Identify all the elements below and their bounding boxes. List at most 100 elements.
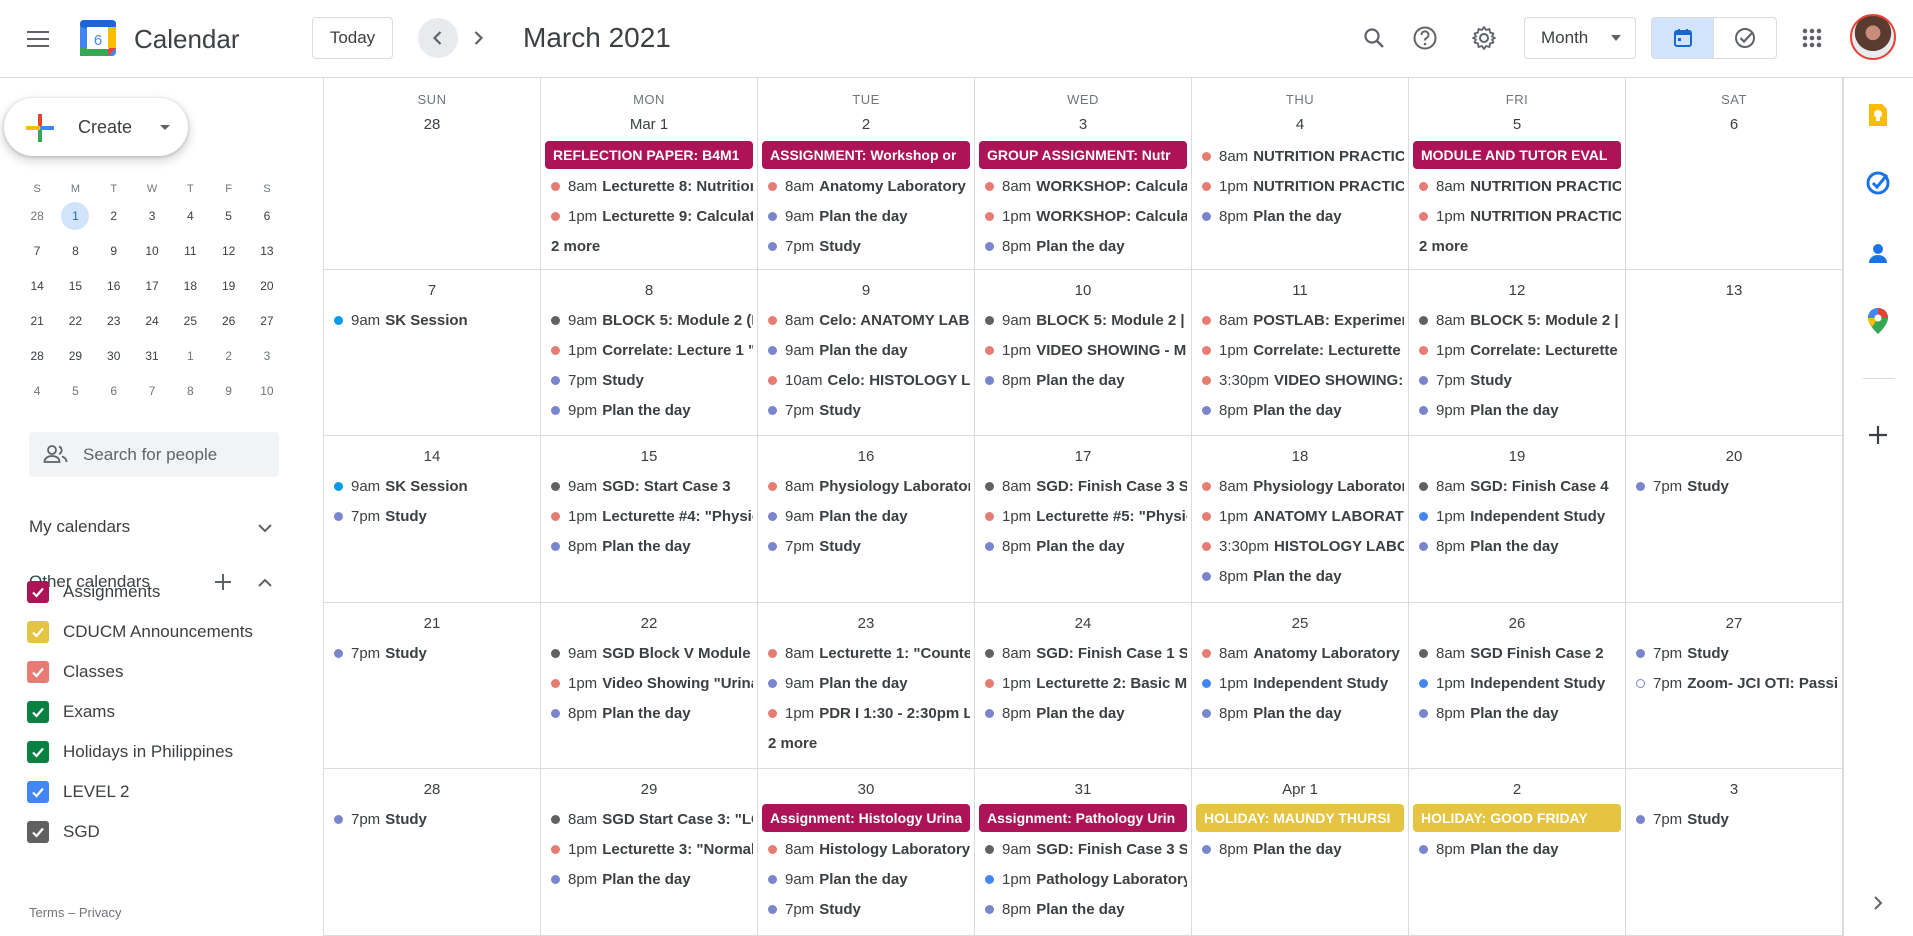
mini-calendar-day[interactable]: 10 [248,377,286,405]
google-apps-grid-icon[interactable] [1792,18,1832,58]
more-events-link[interactable]: 2 more [541,231,757,261]
day-cell[interactable]: 31 Assignment: Pathology Urin 9am SGD: Fini… [975,769,1192,935]
mini-calendar-day[interactable]: 24 [133,307,171,335]
next-month-button[interactable] [458,18,498,58]
timed-event[interactable]: 9am SGD: Finish Case 3 St [975,834,1191,864]
day-number-link[interactable]: 27 [1719,613,1749,634]
timed-event[interactable]: 1pm Independent Study [1192,668,1408,698]
mini-calendar-day[interactable]: 30 [95,342,133,370]
settings-gear-icon[interactable] [1464,18,1504,58]
timed-event[interactable]: 1pm Correlate: Lecture 1 "I [541,335,757,365]
main-menu-icon[interactable] [18,19,58,59]
timed-event[interactable]: 8pm Plan the day [541,531,757,561]
day-cell[interactable]: 30 Assignment: Histology Urina 8am Histolog… [758,769,975,935]
mini-calendar-day[interactable]: 7 [18,237,56,265]
day-cell[interactable]: 18 8am Physiology Laborator 1pm ANATOMY LABO… [1192,436,1409,602]
day-number-link[interactable]: 2 [1502,779,1532,800]
timed-event[interactable]: 9am Plan the day [758,201,974,231]
day-number-link[interactable]: 2 [851,114,881,135]
timed-event[interactable]: 8am Anatomy Laboratory [1192,638,1408,668]
mini-calendar-day[interactable]: 8 [56,237,94,265]
checkbox-checked-icon[interactable] [27,581,49,603]
timed-event[interactable]: 7pm Zoom- JCI OTI: Passio [1626,668,1842,698]
timed-event[interactable]: 9am SK Session [324,305,540,335]
all-day-event[interactable]: REFLECTION PAPER: B4M1 [545,141,753,169]
checkbox-checked-icon[interactable] [27,621,49,643]
day-cell[interactable]: 17 8am SGD: Finish Case 3 ST 1pm Lecturette … [975,436,1192,602]
day-number-link[interactable]: 26 [1502,613,1532,634]
day-number-link[interactable]: 13 [1719,280,1749,301]
checkbox-checked-icon[interactable] [27,821,49,843]
timed-event[interactable]: 8am Lecturette 8: Nutrition [541,171,757,201]
timed-event[interactable]: 8pm Plan the day [1409,698,1625,728]
day-cell[interactable]: TUE 2 ASSIGNMENT: Workshop or 8am Anatomy La… [758,78,975,269]
day-cell[interactable]: 23 8am Lecturette 1: "Counte 9am Plan the da… [758,603,975,768]
timed-event[interactable]: 8pm Plan the day [975,698,1191,728]
timed-event[interactable]: 1pm Correlate: Lecturette [1409,335,1625,365]
timed-event[interactable]: 8am SGD: Finish Case 3 ST [975,471,1191,501]
timed-event[interactable]: 1pm ANATOMY LABORATO [1192,501,1408,531]
calendar-item-cducm-announcements[interactable]: CDUCM Announcements [27,612,307,652]
timed-event[interactable]: 1pm Lecturette 9: Calculat [541,201,757,231]
day-cell[interactable]: FRI 5 MODULE AND TUTOR EVAL 8am NUTRITION PR… [1409,78,1626,269]
timed-event[interactable]: 8am Lecturette 1: "Counte [758,638,974,668]
calendar-item-exams[interactable]: Exams [27,692,307,732]
mini-calendar-day[interactable]: 4 [171,202,209,230]
previous-month-button[interactable] [418,18,458,58]
mini-calendar-day[interactable]: 23 [95,307,133,335]
day-cell[interactable]: 25 8am Anatomy Laboratory 1pm Independent St… [1192,603,1409,768]
timed-event[interactable]: 7pm Study [324,501,540,531]
calendar-item-sgd[interactable]: SGD [27,812,307,852]
timed-event[interactable]: 8pm Plan the day [1192,395,1408,425]
day-cell[interactable]: 21 7pm Study [324,603,541,768]
timed-event[interactable]: 8pm Plan the day [975,231,1191,261]
timed-event[interactable]: 9am Plan the day [758,668,974,698]
day-cell[interactable]: 11 8am POSTLAB: Experimen 1pm Correlate: Lec… [1192,270,1409,435]
calendar-view-toggle[interactable] [1652,18,1715,58]
timed-event[interactable]: 9am Plan the day [758,864,974,894]
timed-event[interactable]: 9am BLOCK 5: Module 2 (F [541,305,757,335]
day-number-link[interactable]: 23 [851,613,881,634]
terms-link[interactable]: Terms [29,905,64,920]
calendar-logo-icon[interactable]: 6 [78,18,118,58]
day-cell[interactable]: MON Mar 1 REFLECTION PAPER: B4M1 8am Lecture… [541,78,758,269]
day-number-link[interactable]: Mar 1 [626,114,672,135]
collapse-panel-chevron-icon[interactable] [1863,888,1893,918]
timed-event[interactable]: 7pm Study [324,804,540,834]
timed-event[interactable]: 9am Plan the day [758,501,974,531]
mini-calendar-day[interactable]: 17 [133,272,171,300]
timed-event[interactable]: 9am SK Session [324,471,540,501]
timed-event[interactable]: 8pm Plan the day [541,698,757,728]
mini-calendar-day[interactable]: 15 [56,272,94,300]
timed-event[interactable]: 1pm NUTRITION PRACTIC [1192,171,1408,201]
timed-event[interactable]: 7pm Study [541,365,757,395]
day-number-link[interactable]: 8 [634,280,664,301]
checkbox-checked-icon[interactable] [27,741,49,763]
account-avatar[interactable] [1850,14,1896,60]
day-number-link[interactable]: 10 [1068,280,1098,301]
timed-event[interactable]: 1pm Video Showing "Urina [541,668,757,698]
mini-calendar-day[interactable]: 2 [209,342,247,370]
mini-calendar-day[interactable]: 3 [133,202,171,230]
day-cell[interactable]: 28 7pm Study [324,769,541,935]
mini-calendar-day[interactable]: 27 [248,307,286,335]
mini-calendar-day[interactable]: 29 [56,342,94,370]
day-cell[interactable]: SAT 6 [1626,78,1843,269]
timed-event[interactable]: 7pm Study [758,395,974,425]
more-events-link[interactable]: 2 more [758,728,974,758]
all-day-event[interactable]: Assignment: Histology Urina [762,804,970,832]
timed-event[interactable]: 8am NUTRITION PRACTIC [1192,141,1408,171]
search-icon[interactable] [1354,18,1394,58]
today-button[interactable]: Today [312,17,393,59]
help-icon[interactable] [1405,18,1445,58]
day-cell[interactable]: 12 8am BLOCK 5: Module 2 | I 1pm Correlate: … [1409,270,1626,435]
timed-event[interactable]: 1pm Pathology Laboratory [975,864,1191,894]
day-cell[interactable]: 15 9am SGD: Start Case 3 1pm Lecturette #4: … [541,436,758,602]
all-day-event[interactable]: HOLIDAY: GOOD FRIDAY [1413,804,1621,832]
privacy-link[interactable]: Privacy [79,905,122,920]
timed-event[interactable]: 8pm Plan the day [1192,834,1408,864]
timed-event[interactable]: 7pm Study [758,231,974,261]
day-number-link[interactable]: Apr 1 [1278,779,1322,800]
timed-event[interactable]: 1pm VIDEO SHOWING - Mo [975,335,1191,365]
day-number-link[interactable]: 5 [1502,114,1532,135]
